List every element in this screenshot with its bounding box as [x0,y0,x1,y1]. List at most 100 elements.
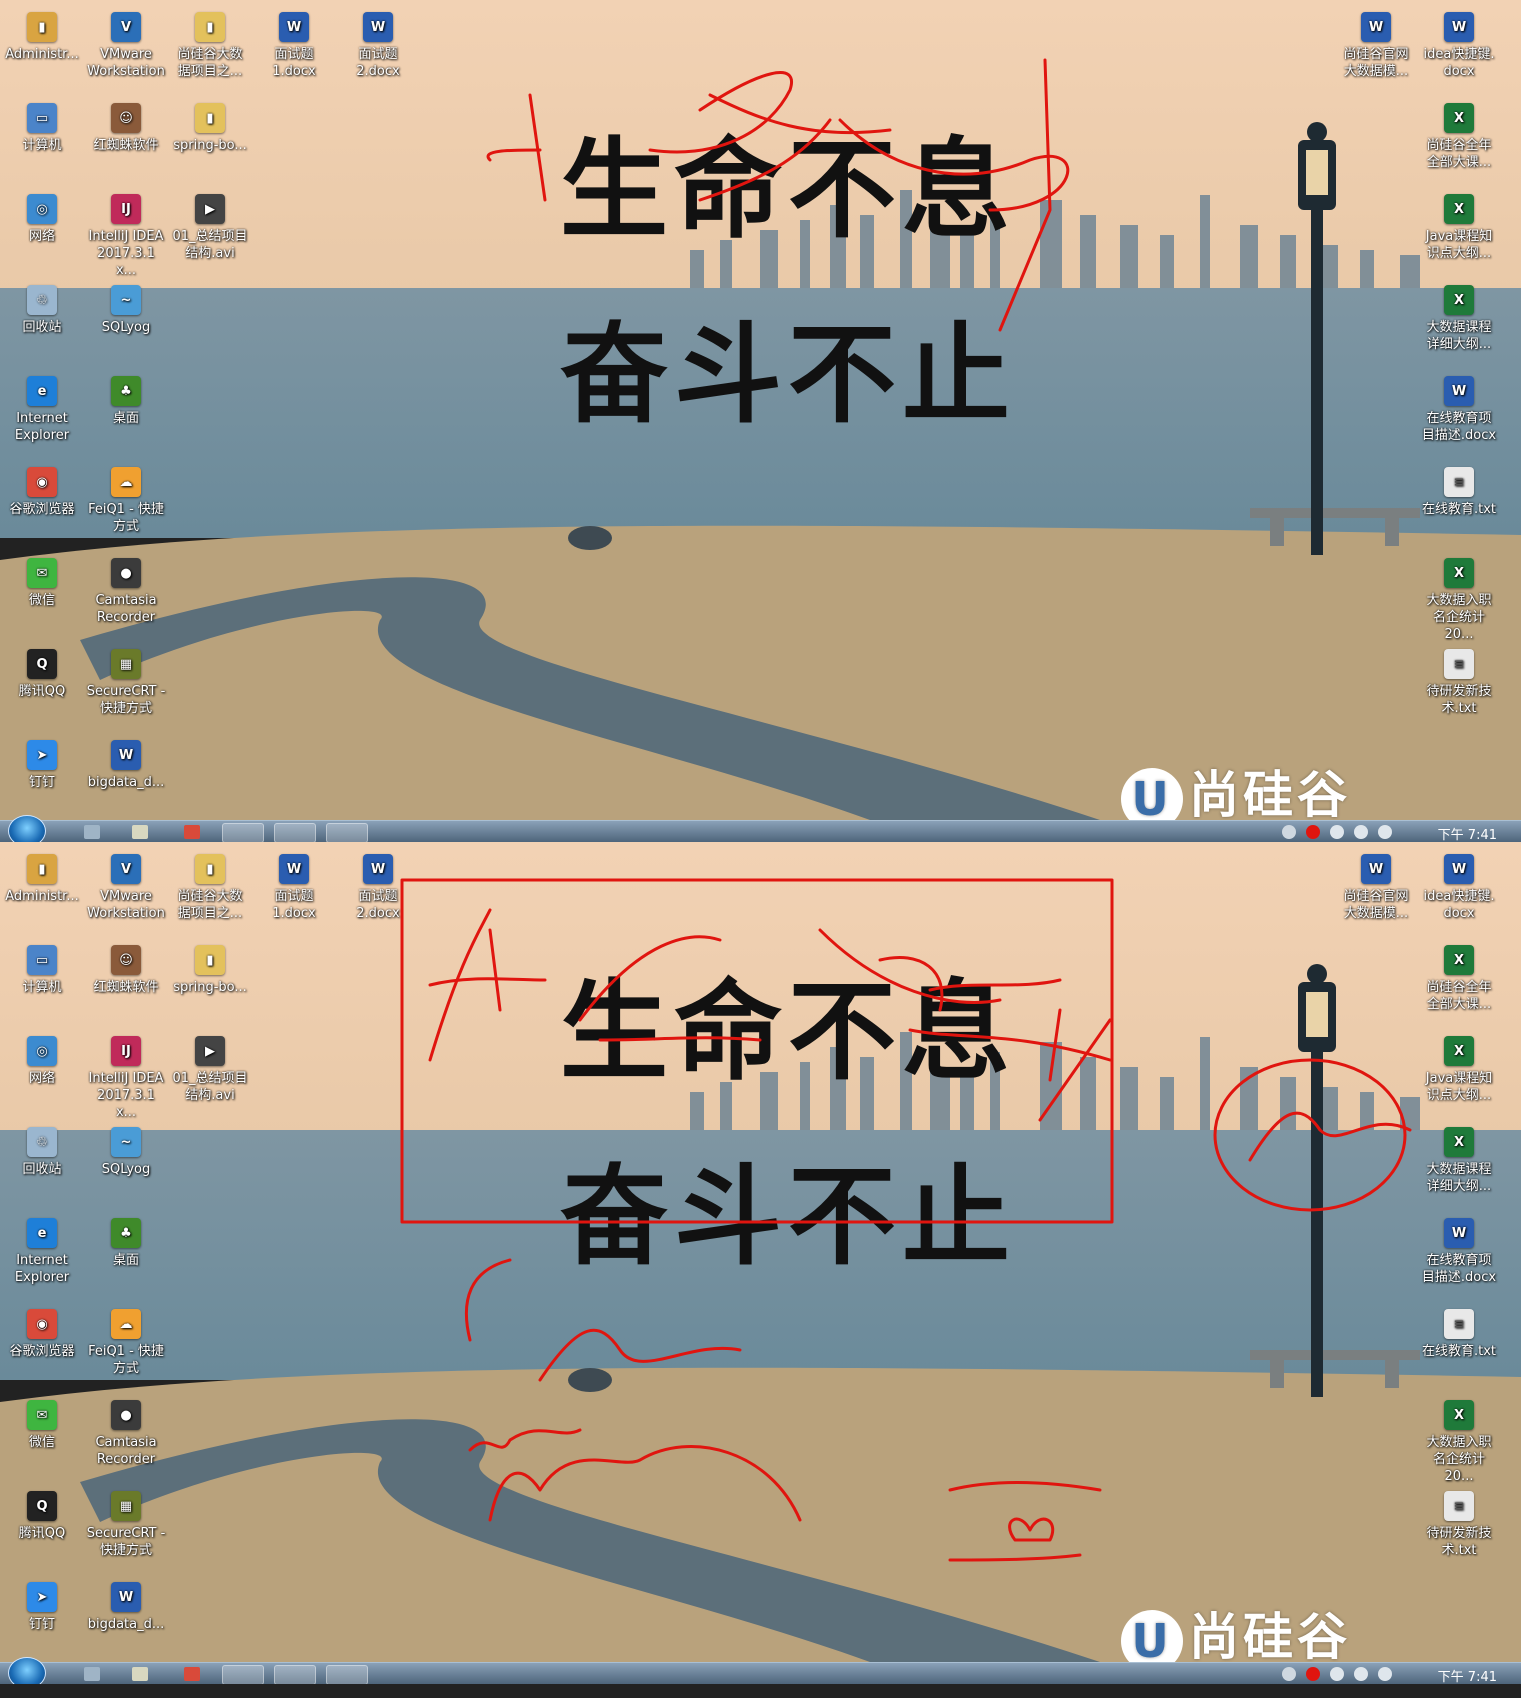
desktop-icon-network[interactable]: ◎ 网络 [2,1036,82,1087]
taskbar-explorer[interactable] [222,1665,264,1684]
desktop-icon-new-tech-txt[interactable]: ≡ 待研发新技 术.txt [1419,649,1499,717]
desktop-icon-dingtalk[interactable]: ➤ 钉钉 [2,1582,82,1633]
desktop-icon-summary-video[interactable]: ▶ 01_总结项目 结构.avi [170,1036,250,1104]
chrome-icon[interactable] [184,1667,200,1681]
desktop-icon-bigdata-course-xls[interactable]: X 大数据课程 详细大纲... [1419,1127,1499,1195]
desktop-icon-sqlyog[interactable]: ~ SQLyog [86,1127,166,1178]
desktop-icon-online-edu-doc[interactable]: W 在线教育项 目描述.docx [1419,376,1499,444]
tray-arrow-icon[interactable] [1282,1667,1296,1681]
desktop-icon-label: IntelliJ IDEA 2017.3.1 x... [88,1071,164,1120]
notepad-icon[interactable] [132,1667,148,1681]
desktop-icon-shangguigu-bigdata-folder[interactable]: ▮ 尚硅谷大数 据项目之... [170,12,250,80]
desktop-icon-course-list-xls[interactable]: X 尚硅谷全年 全部大课... [1419,103,1499,171]
taskbar-app[interactable] [326,823,368,842]
desktop-icon-feiq[interactable]: ☁ FeiQ1 - 快捷 方式 [86,467,166,535]
desktop-icon-interview-1-docx[interactable]: W 面试题 1.docx [254,854,334,922]
spring-boot-folder-icon: ▮ [195,103,225,133]
desktop-icon-computer[interactable]: ▭ 计算机 [2,945,82,996]
desktop-icon-administrator-folder[interactable]: ▮ Administr... [2,854,82,905]
taskbar-explorer[interactable] [222,823,264,842]
bigdata-course-xls-icon: X [1444,285,1474,315]
desktop-icon-summary-video[interactable]: ▶ 01_总结项目 结构.avi [170,194,250,262]
desktop-icon-label: 微信 [28,1435,55,1450]
taskbar-word[interactable] [274,1665,316,1684]
show-desktop-icon[interactable] [84,1667,100,1681]
desktop-icon-dingtalk[interactable]: ➤ 钉钉 [2,740,82,791]
desktop-icon-hongzhizhu-software[interactable]: ☺ 红蜘蛛软件 [86,103,166,154]
start-button[interactable] [8,815,46,842]
desktop-icon-wechat[interactable]: ✉ 微信 [2,1400,82,1451]
chrome-icon[interactable] [184,825,200,839]
desktop-icon-internet-explorer[interactable]: e Internet Explorer [2,376,82,444]
tray-volume-icon[interactable] [1378,1667,1392,1681]
desktop-icon-desktop-tree[interactable]: ♣ 桌面 [86,1218,166,1269]
desktop-icon-browser[interactable]: ◉ 谷歌浏览器 [2,1309,82,1360]
desktop-icon-java-course-xls[interactable]: X Java课程知 识点大纲... [1419,194,1499,262]
desktop-icon-label: 面试题 1.docx [272,889,316,921]
desktop-icon-intellij-idea[interactable]: IJ IntelliJ IDEA 2017.3.1 x... [86,194,166,279]
tray-volume-icon[interactable] [1378,825,1392,839]
desktop-icon-recycle-bin[interactable]: ♲ 回收站 [2,1127,82,1178]
desktop-icon-online-edu-doc[interactable]: W 在线教育项 目描述.docx [1419,1218,1499,1286]
desktop-icon-recycle-bin[interactable]: ♲ 回收站 [2,285,82,336]
taskbar-word[interactable] [274,823,316,842]
desktop-icon-securecrt[interactable]: ▦ SecureCRT - 快捷方式 [86,649,166,717]
desktop-icon-bigdata-course-xls[interactable]: X 大数据课程 详细大纲... [1419,285,1499,353]
tray-network-icon[interactable] [1354,1667,1368,1681]
clock[interactable]: 下午 7:41 [1438,1666,1497,1684]
desktop-icon-label: 钉钉 [28,1617,55,1632]
desktop-icon-bigdata-jobs-xls[interactable]: X 大数据入职 名企统计20... [1419,1400,1499,1485]
desktop-icon-bigdata-doc[interactable]: Wbigdata_d... [86,1582,166,1633]
desktop-icon-idea-shortcuts-doc[interactable]: Widea快捷键. docx [1419,854,1499,922]
desktop-icon-vmware-workstation[interactable]: V VMware Workstation [86,854,166,922]
tray-lock-icon[interactable] [1330,825,1344,839]
desktop-icon-tencent-qq[interactable]: Q 腾讯QQ [2,649,82,700]
clock[interactable]: 下午 7:41 [1438,824,1497,842]
desktop-icon-camtasia-recorder[interactable]: ● Camtasia Recorder [86,558,166,626]
desktop-icon-sqlyog[interactable]: ~ SQLyog [86,285,166,336]
desktop-icon-online-edu-txt[interactable]: ≡ 在线教育.txt [1419,467,1499,518]
desktop-icon-interview-1-docx[interactable]: W 面试题 1.docx [254,12,334,80]
desktop-icon-shangguigu-website-doc[interactable]: W 尚硅谷官网 大数据模... [1336,854,1416,922]
desktop-icon-internet-explorer[interactable]: e Internet Explorer [2,1218,82,1286]
desktop-icon-intellij-idea[interactable]: IJ IntelliJ IDEA 2017.3.1 x... [86,1036,166,1121]
desktop-icon-idea-shortcuts-doc[interactable]: Widea快捷键. docx [1419,12,1499,80]
tray-network-icon[interactable] [1354,825,1368,839]
hongzhizhu-software-icon: ☺ [111,945,141,975]
desktop-icon-tencent-qq[interactable]: Q 腾讯QQ [2,1491,82,1542]
show-desktop-icon[interactable] [84,825,100,839]
desktop-icon-online-edu-txt[interactable]: ≡ 在线教育.txt [1419,1309,1499,1360]
desktop-icon-spring-boot-folder[interactable]: ▮ spring-bo... [170,103,250,154]
desktop-icon-shangguigu-website-doc[interactable]: W 尚硅谷官网 大数据模... [1336,12,1416,80]
desktop-icon-java-course-xls[interactable]: X Java课程知 识点大纲... [1419,1036,1499,1104]
tray-record-icon[interactable] [1306,1667,1320,1681]
desktop-icon-browser[interactable]: ◉ 谷歌浏览器 [2,467,82,518]
desktop-icon-interview-2-docx[interactable]: W 面试题 2.docx [338,12,418,80]
desktop-icon-desktop-tree[interactable]: ♣ 桌面 [86,376,166,427]
taskbar-app[interactable] [326,1665,368,1684]
notepad-icon[interactable] [132,825,148,839]
desktop-icon-bigdata-doc[interactable]: Wbigdata_d... [86,740,166,791]
start-button[interactable] [8,1657,46,1684]
desktop-icon-hongzhizhu-software[interactable]: ☺ 红蜘蛛软件 [86,945,166,996]
tray-record-icon[interactable] [1306,825,1320,839]
desktop-icon-network[interactable]: ◎ 网络 [2,194,82,245]
network-icon: ◎ [27,1036,57,1066]
desktop-icon-wechat[interactable]: ✉ 微信 [2,558,82,609]
desktop-icon-new-tech-txt[interactable]: ≡ 待研发新技 术.txt [1419,1491,1499,1559]
desktop-icon-spring-boot-folder[interactable]: ▮ spring-bo... [170,945,250,996]
desktop-icon-bigdata-jobs-xls[interactable]: X 大数据入职 名企统计20... [1419,558,1499,643]
browser-icon: ◉ [27,1309,57,1339]
tray-lock-icon[interactable] [1330,1667,1344,1681]
desktop-icon-computer[interactable]: ▭ 计算机 [2,103,82,154]
desktop-icon-camtasia-recorder[interactable]: ● Camtasia Recorder [86,1400,166,1468]
desktop-icon-interview-2-docx[interactable]: W 面试题 2.docx [338,854,418,922]
desktop-icon-course-list-xls[interactable]: X 尚硅谷全年 全部大课... [1419,945,1499,1013]
desktop-icon-feiq[interactable]: ☁ FeiQ1 - 快捷 方式 [86,1309,166,1377]
desktop-icon-shangguigu-bigdata-folder[interactable]: ▮ 尚硅谷大数 据项目之... [170,854,250,922]
desktop-icon-administrator-folder[interactable]: ▮ Administr... [2,12,82,63]
desktop-icon-vmware-workstation[interactable]: V VMware Workstation [86,12,166,80]
tray-arrow-icon[interactable] [1282,825,1296,839]
desktop-icon-securecrt[interactable]: ▦ SecureCRT - 快捷方式 [86,1491,166,1559]
taskbar: 下午 7:41 [0,815,1521,842]
